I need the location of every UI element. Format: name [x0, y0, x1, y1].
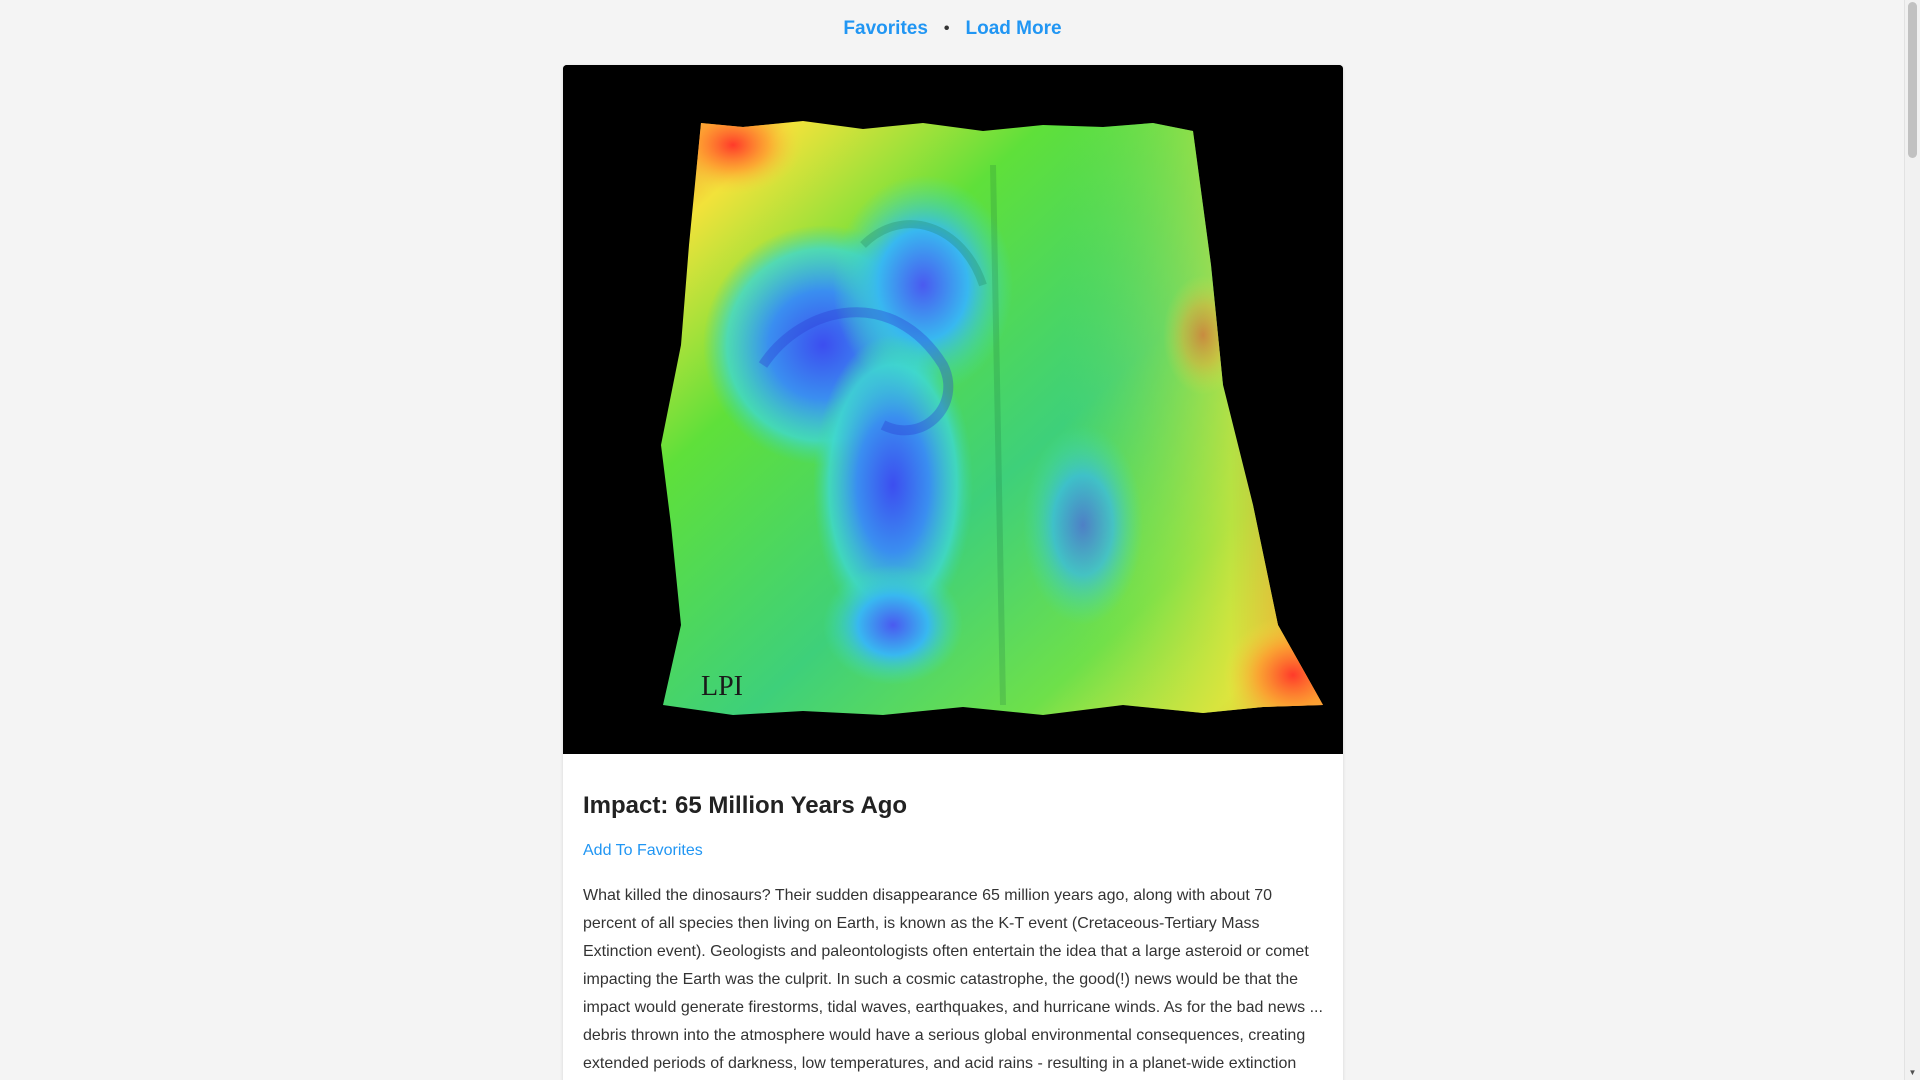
card-body: Impact: 65 Million Years Ago Add To Favo… [563, 754, 1343, 1078]
card-image: LPI [563, 65, 1343, 754]
page-viewport: Favorites • Load More LPI Impact: 65 Mil… [0, 0, 1905, 1080]
vertical-scrollbar[interactable]: ▼ [1904, 0, 1920, 1080]
terrain-heightmap-image: LPI [563, 65, 1343, 754]
load-more-link[interactable]: Load More [966, 18, 1062, 40]
card-description: What killed the dinosaurs? Their sudden … [583, 887, 1323, 1072]
image-card: LPI Impact: 65 Million Years Ago Add To … [563, 65, 1343, 1080]
card-title: Impact: 65 Million Years Ago [583, 792, 908, 819]
scroll-down-arrow-icon[interactable]: ▼ [1905, 1065, 1920, 1080]
top-nav: Favorites • Load More [0, 18, 1905, 40]
nav-separator: • [943, 20, 950, 37]
lpi-watermark: LPI [701, 671, 743, 702]
scrollbar-thumb[interactable] [1908, 2, 1917, 158]
add-to-favorites-link[interactable]: Add To Favorites [583, 842, 703, 860]
favorites-link[interactable]: Favorites [843, 18, 927, 40]
